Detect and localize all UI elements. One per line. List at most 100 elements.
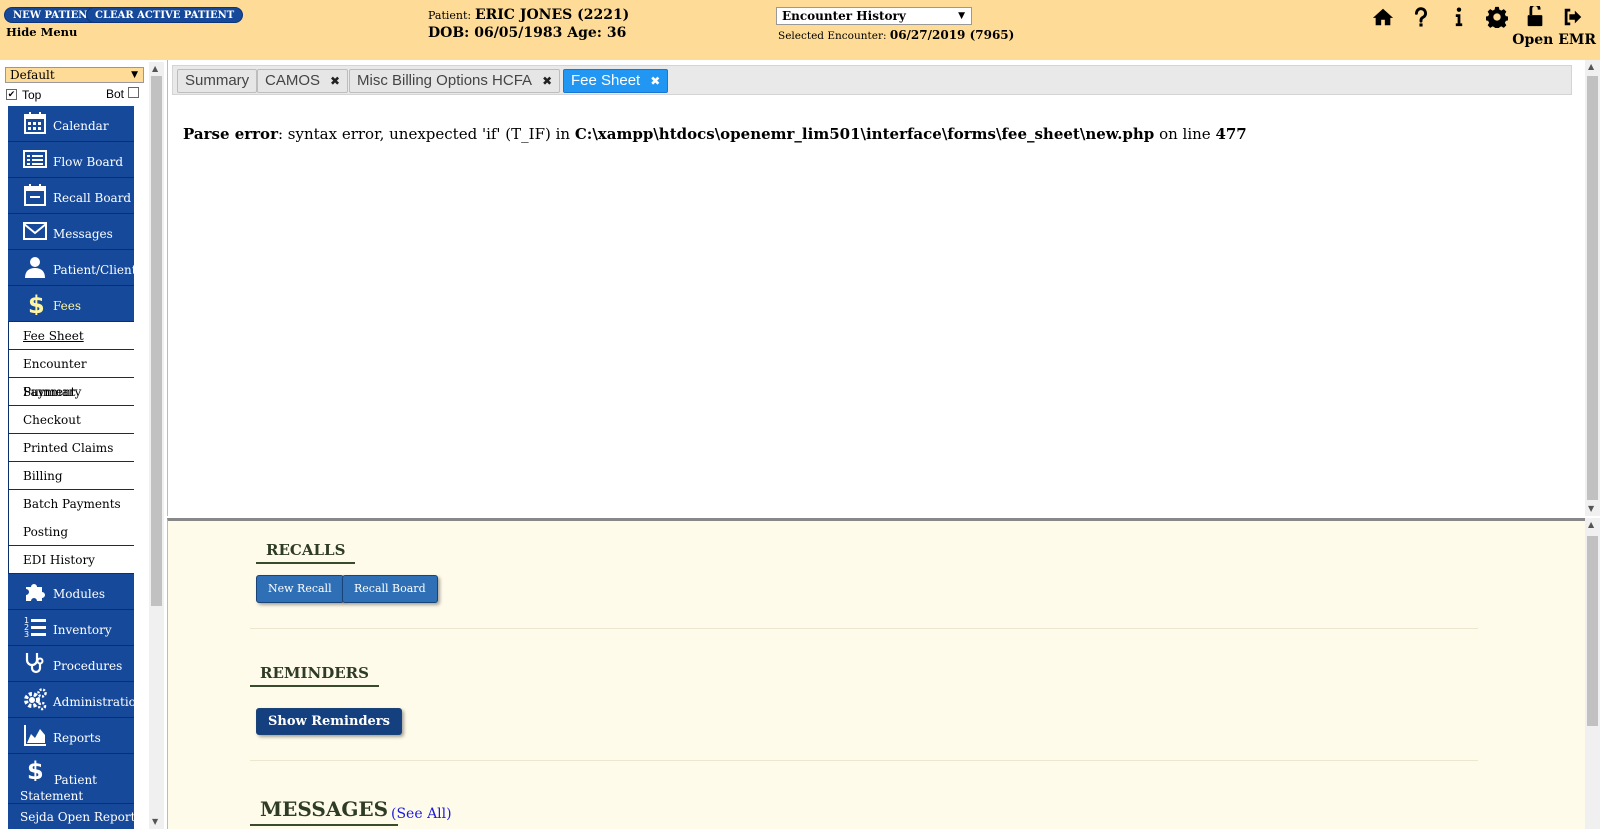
- menu-item-label: Messages: [53, 227, 113, 241]
- submenu-item-payment[interactable]: Payment: [8, 378, 134, 406]
- gears-icon: [23, 687, 47, 711]
- tab-label: CAMOS: [265, 72, 321, 89]
- error-prefix: Parse error: [183, 125, 278, 143]
- app-name: Open EMR: [1512, 32, 1596, 48]
- tab-camos[interactable]: CAMOS ✖: [257, 69, 349, 93]
- submenu-item-encounter-summary[interactable]: Encounter Summary: [8, 350, 134, 399]
- scrollbar-thumb[interactable]: [1587, 76, 1598, 500]
- menu-item-modules[interactable]: Modules: [8, 574, 134, 610]
- area-chart-icon: [23, 723, 47, 747]
- show-reminders-button[interactable]: Show Reminders: [256, 708, 402, 735]
- close-icon[interactable]: ✖: [650, 74, 660, 88]
- scroll-up-icon[interactable]: ▲: [152, 64, 158, 73]
- help-icon[interactable]: [1410, 5, 1432, 29]
- header-icon-bar: [1372, 5, 1584, 29]
- top-checkbox[interactable]: ✔: [6, 89, 17, 100]
- submenu-item-batch-payments[interactable]: Batch Payments: [8, 490, 134, 518]
- menu-item-patient-client[interactable]: Patient/Client: [8, 250, 137, 286]
- dollar-icon: $: [23, 291, 47, 319]
- menu-set-select[interactable]: Default ▼: [5, 67, 144, 83]
- patient-name[interactable]: ERIC JONES (2221): [475, 7, 629, 23]
- menu-item-flow-board[interactable]: Flow Board: [8, 142, 134, 178]
- calendar-icon: [23, 111, 47, 135]
- patient-info: Patient: ERIC JONES (2221) DOB: 06/05/19…: [428, 7, 629, 41]
- stethoscope-icon: [23, 651, 47, 675]
- submenu-item-billing[interactable]: Billing: [8, 462, 134, 490]
- menu-item-label: Flow Board: [53, 155, 124, 169]
- bot-checkbox[interactable]: [128, 87, 139, 98]
- top-header: NEW PATIENT CLEAR ACTIVE PATIENT Hide Me…: [0, 0, 1600, 60]
- dashboard-scrollbar[interactable]: ▲: [1585, 518, 1600, 829]
- messages-heading: MESSAGES: [250, 797, 399, 826]
- tab-fee-sheet[interactable]: Fee Sheet ✖: [563, 69, 669, 93]
- clear-active-patient-button[interactable]: CLEAR ACTIVE PATIENT: [86, 7, 244, 23]
- recall-board-button[interactable]: Recall Board: [342, 575, 438, 603]
- submenu-item-posting[interactable]: Posting: [8, 518, 134, 546]
- menu-item-fees[interactable]: $ Fees: [8, 286, 134, 322]
- menu-item-label: Calendar: [53, 119, 109, 133]
- menu-item-administration[interactable]: Administration: [8, 682, 144, 718]
- home-icon[interactable]: [1372, 5, 1394, 29]
- scroll-down-icon[interactable]: ▼: [152, 817, 158, 826]
- menu-item-label: Administration: [53, 695, 144, 709]
- tab-bar: Summary CAMOS ✖ Misc Billing Options HCFA…: [172, 65, 1572, 95]
- tab-label: Summary: [185, 72, 250, 89]
- menu-item-patient-statement[interactable]: $ Patient Statement: [8, 754, 134, 804]
- patient-dob-age: DOB: 06/05/1983 Age: 36: [428, 25, 627, 41]
- scroll-down-icon[interactable]: ▼: [1588, 504, 1594, 513]
- submenu-label: Printed Claims: [23, 441, 114, 455]
- menu-item-label: Modules: [53, 587, 106, 601]
- submenu-item-checkout[interactable]: Checkout: [8, 406, 134, 434]
- gear-icon[interactable]: [1486, 5, 1508, 29]
- see-all-link[interactable]: (See All): [391, 806, 452, 822]
- top-label: Top: [22, 88, 42, 102]
- menu-item-procedures[interactable]: Procedures: [8, 646, 134, 682]
- menu-item-messages[interactable]: Messages: [8, 214, 134, 250]
- error-text-line: on line: [1154, 125, 1216, 143]
- selected-encounter-value[interactable]: 06/27/2019 (7965): [890, 28, 1015, 42]
- scroll-up-icon[interactable]: ▲: [1588, 520, 1594, 529]
- parse-error-message: Parse error: syntax error, unexpected 'i…: [183, 125, 1247, 143]
- menu-item-inventory[interactable]: 123 Inventory: [8, 610, 134, 646]
- new-recall-button[interactable]: New Recall: [256, 575, 344, 603]
- menu-item-sejda-open-reports[interactable]: Sejda Open Reports: [8, 804, 142, 829]
- main-frame-scrollbar[interactable]: ▲ ▼: [1585, 60, 1600, 516]
- chevron-down-icon: ▼: [958, 11, 965, 21]
- tab-summary[interactable]: Summary: [177, 69, 258, 93]
- calendar-minus-icon: [23, 183, 47, 207]
- menu-item-label: Inventory: [53, 623, 112, 637]
- close-icon[interactable]: ✖: [330, 74, 340, 88]
- selected-encounter: Selected Encounter: 06/27/2019 (7965): [778, 28, 1014, 42]
- svg-text:3: 3: [24, 630, 29, 639]
- submenu-item-edi-history[interactable]: EDI History: [8, 546, 134, 574]
- menu-item-reports[interactable]: Reports: [8, 718, 134, 754]
- submenu-item-printed-claims[interactable]: Printed Claims: [8, 434, 134, 462]
- menu-item-recall-board[interactable]: Recall Board: [8, 178, 134, 214]
- submenu-label: Billing: [23, 469, 63, 483]
- logout-icon[interactable]: [1562, 5, 1584, 29]
- recalls-heading: RECALLS: [256, 541, 356, 564]
- submenu-item-fee-sheet[interactable]: Fee Sheet: [8, 322, 134, 350]
- left-navigation: Default ▼ ✔ Top Bot Calendar Flow Board …: [0, 60, 150, 829]
- close-icon[interactable]: ✖: [542, 74, 552, 88]
- tab-label: Misc Billing Options HCFA: [357, 72, 533, 89]
- submenu-label: Checkout: [23, 413, 81, 427]
- unlock-icon[interactable]: [1524, 5, 1546, 29]
- encounter-select-value: Encounter History: [782, 9, 906, 23]
- scrollbar-thumb[interactable]: [1587, 536, 1598, 726]
- left-nav-scrollbar[interactable]: ▲ ▼: [149, 62, 164, 829]
- hide-menu-link[interactable]: Hide Menu: [6, 25, 77, 39]
- user-icon: [23, 255, 47, 279]
- menu-item-label: Recall Board: [53, 191, 132, 205]
- numbered-list-icon: 123: [23, 615, 47, 639]
- info-icon[interactable]: [1448, 5, 1470, 29]
- menu-item-calendar[interactable]: Calendar: [8, 106, 134, 142]
- section-divider: [250, 760, 1478, 761]
- scroll-up-icon[interactable]: ▲: [1588, 62, 1594, 71]
- error-text: : syntax error, unexpected 'if' (T_IF) i…: [277, 125, 575, 143]
- menu-item-label: Procedures: [53, 659, 123, 673]
- encounter-history-select[interactable]: Encounter History ▼: [776, 7, 972, 25]
- error-file-path: C:\xampp\htdocs\openemr_lim501\interface…: [574, 125, 1155, 143]
- tab-misc-billing-options-hcfa[interactable]: Misc Billing Options HCFA ✖: [349, 69, 561, 93]
- scrollbar-thumb[interactable]: [151, 76, 162, 606]
